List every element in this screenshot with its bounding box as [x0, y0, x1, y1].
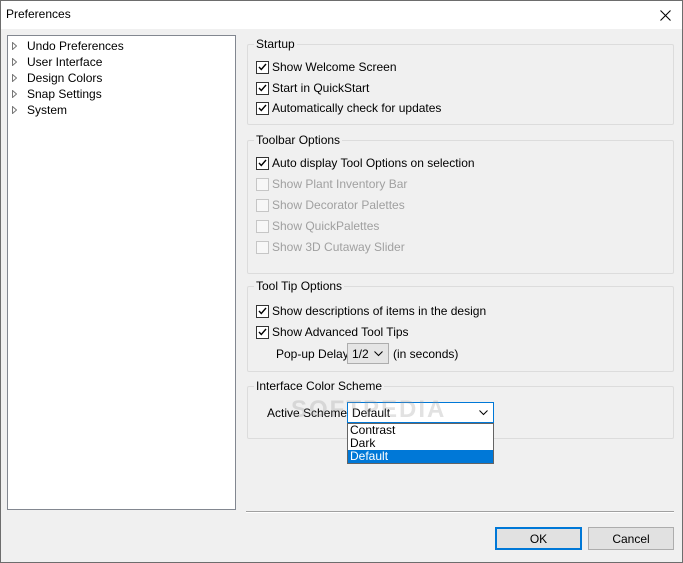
tree-item-snap-settings[interactable]: Snap Settings: [12, 86, 102, 102]
tree-item-user-interface[interactable]: User Interface: [12, 54, 102, 70]
tooltip-options-group-title: Tool Tip Options: [254, 279, 345, 293]
start-in-quickstart-option[interactable]: Start in QuickStart: [256, 80, 369, 96]
chevron-down-icon: [479, 410, 488, 416]
tree-item-undo-preferences[interactable]: Undo Preferences: [12, 38, 124, 54]
close-icon: [659, 9, 671, 21]
close-button[interactable]: [648, 1, 682, 29]
checkbox[interactable]: [256, 81, 269, 95]
checkbox-label: Show Advanced Tool Tips: [272, 325, 409, 339]
checkbox-label: Show QuickPalettes: [272, 219, 380, 233]
check-mark-icon: [258, 84, 267, 92]
checkbox-label: Automatically check for updates: [272, 101, 442, 115]
show-plant-inventory-bar-option: Show Plant Inventory Bar: [256, 176, 407, 192]
expand-arrow-icon[interactable]: [12, 106, 20, 114]
show-advanced-tool-tips-option[interactable]: Show Advanced Tool Tips: [256, 324, 409, 340]
footer-separator: [246, 511, 674, 513]
checkbox-label: Show Plant Inventory Bar: [272, 177, 408, 191]
popup-delay-unit: (in seconds): [393, 347, 459, 361]
tree-item-label: User Interface: [27, 55, 103, 69]
check-mark-icon: [258, 159, 267, 167]
checkbox-label: Show descriptions of items in the design: [272, 304, 487, 318]
check-mark-icon: [258, 63, 267, 71]
checkbox[interactable]: [256, 304, 269, 318]
cancel-button[interactable]: Cancel: [588, 527, 674, 550]
expand-arrow-icon[interactable]: [12, 74, 20, 82]
checkbox: [256, 219, 269, 233]
show-quickpalettes-option: Show QuickPalettes: [256, 218, 379, 234]
ok-button[interactable]: OK: [495, 527, 582, 550]
popup-delay-select[interactable]: 1/2: [347, 343, 389, 364]
expand-arrow-icon[interactable]: [12, 42, 20, 50]
active-scheme-label: Active Scheme:: [267, 406, 351, 420]
checkbox-label: Show Decorator Palettes: [272, 198, 405, 212]
tree-item-label: Snap Settings: [27, 87, 102, 101]
tree-item-label: Undo Preferences: [27, 39, 124, 53]
tree-item-label: System: [27, 103, 68, 117]
expand-arrow-icon[interactable]: [12, 90, 20, 98]
category-tree[interactable]: Undo Preferences User Interface Design C…: [7, 35, 236, 510]
checkbox-label: Show 3D Cutaway Slider: [272, 240, 405, 254]
check-mark-icon: [258, 328, 267, 336]
check-mark-icon: [258, 104, 267, 112]
active-scheme-value: Default: [352, 406, 391, 420]
checkbox-label: Show Welcome Screen: [272, 60, 397, 74]
dropdown-option-default[interactable]: Default: [348, 450, 493, 463]
checkbox: [256, 198, 269, 212]
auto-check-updates-option[interactable]: Automatically check for updates: [256, 100, 441, 116]
expand-arrow-icon[interactable]: [12, 58, 20, 66]
show-3d-cutaway-slider-option: Show 3D Cutaway Slider: [256, 239, 405, 255]
tree-item-label: Design Colors: [27, 71, 103, 85]
active-scheme-dropdown[interactable]: Contrast Dark Default: [347, 423, 494, 464]
checkbox[interactable]: [256, 101, 269, 115]
window-title: Preferences: [6, 7, 71, 21]
tree-item-system[interactable]: System: [12, 102, 67, 118]
checkbox-label: Auto display Tool Options on selection: [272, 156, 475, 170]
checkbox[interactable]: [256, 60, 269, 74]
check-mark-icon: [258, 307, 267, 315]
chevron-down-icon: [374, 351, 383, 357]
checkbox-label: Start in QuickStart: [272, 81, 370, 95]
tree-item-design-colors[interactable]: Design Colors: [12, 70, 102, 86]
checkbox: [256, 240, 269, 254]
preferences-window: Preferences Undo Preferences User Interf…: [0, 0, 683, 563]
checkbox: [256, 177, 269, 191]
toolbar-options-group-title: Toolbar Options: [254, 133, 343, 147]
checkbox[interactable]: [256, 325, 269, 339]
startup-group-title: Startup: [254, 37, 297, 51]
show-decorator-palettes-option: Show Decorator Palettes: [256, 197, 405, 213]
auto-display-tool-options-option[interactable]: Auto display Tool Options on selection: [256, 155, 475, 171]
active-scheme-select[interactable]: Default: [347, 402, 494, 423]
checkbox[interactable]: [256, 156, 269, 170]
show-item-descriptions-option[interactable]: Show descriptions of items in the design: [256, 303, 486, 319]
popup-delay-label: Pop-up Delay:: [276, 347, 353, 361]
color-scheme-group-title: Interface Color Scheme: [254, 379, 385, 393]
show-welcome-screen-option[interactable]: Show Welcome Screen: [256, 59, 397, 75]
popup-delay-value: 1/2: [352, 347, 369, 361]
title-bar: Preferences: [1, 1, 682, 29]
